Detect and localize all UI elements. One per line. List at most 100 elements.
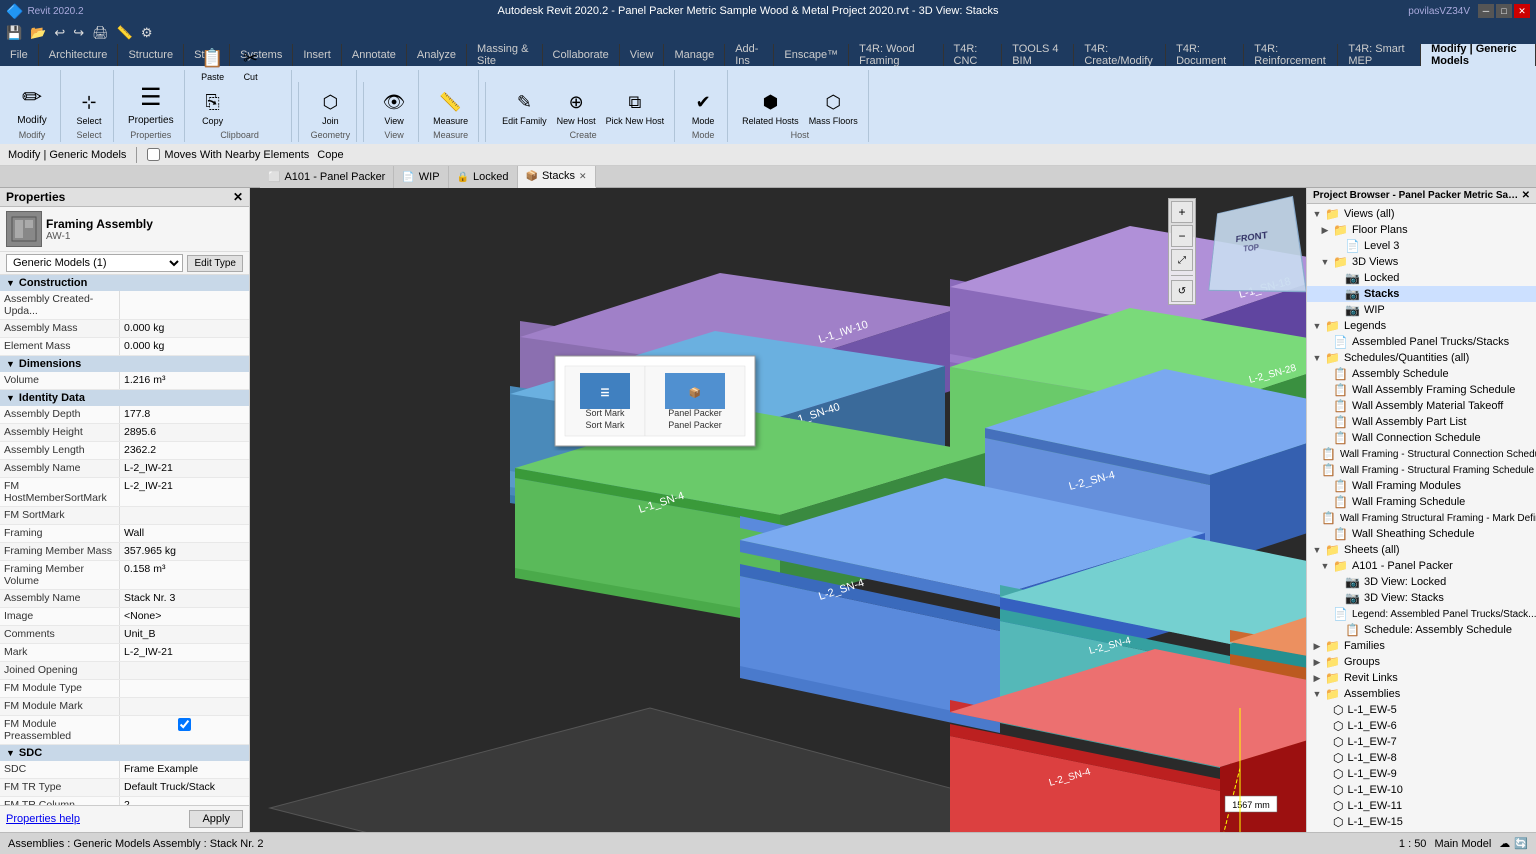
moves-nearby-checkbox[interactable]: [147, 148, 160, 161]
pb-assembled-trucks[interactable]: 📄 Assembled Panel Trucks/Stacks: [1307, 334, 1536, 350]
nav-cube-face[interactable]: FRONT TOP: [1208, 196, 1306, 292]
pb-wall-struct-fr-mark[interactable]: 📋 Wall Framing Structural Framing - Mark…: [1307, 510, 1536, 526]
pb-l1-ew10[interactable]: ⬡L-1_EW-10: [1307, 782, 1536, 798]
tab-t4r-wood[interactable]: T4R: Wood Framing: [849, 44, 943, 66]
pb-wall-framing-sched[interactable]: 📋 Wall Framing Schedule: [1307, 494, 1536, 510]
mode-btn[interactable]: ✔ Mode: [685, 86, 721, 128]
pb-wall-framing-schedule[interactable]: 📋 Wall Assembly Framing Schedule: [1307, 382, 1536, 398]
join-btn[interactable]: ⬡ Join: [312, 86, 348, 128]
new-host-btn[interactable]: ⊕ New Host: [553, 86, 600, 128]
pb-l1-ew6[interactable]: ⬡L-1_EW-6: [1307, 718, 1536, 734]
tab-insert[interactable]: Insert: [293, 44, 342, 66]
pb-schedule-assembly[interactable]: 📋 Schedule: Assembly Schedule: [1307, 622, 1536, 638]
tab-t4r-create[interactable]: T4R: Create/Modify: [1074, 44, 1166, 66]
tab-tools4bim[interactable]: TOOLS 4 BIM: [1002, 44, 1074, 66]
nav-cube[interactable]: FRONT TOP: [1206, 198, 1296, 288]
pb-wall-struct-conn[interactable]: 📋 Wall Framing - Structural Connection S…: [1307, 446, 1536, 462]
pb-wall-part-list[interactable]: 📋 Wall Assembly Part List: [1307, 414, 1536, 430]
related-hosts-btn[interactable]: ⬢ Related Hosts: [738, 86, 803, 128]
pb-assembly-schedule[interactable]: 📋 Assembly Schedule: [1307, 366, 1536, 382]
pb-wall-sheathing[interactable]: 📋 Wall Sheathing Schedule: [1307, 526, 1536, 542]
pb-a101[interactable]: ▼ 📁 A101 - Panel Packer: [1307, 558, 1536, 574]
tab-t4r-cnc[interactable]: T4R: CNC: [944, 44, 1003, 66]
pb-l1-ew9[interactable]: ⬡L-1_EW-9: [1307, 766, 1536, 782]
pb-3d-stacks[interactable]: 📷 3D View: Stacks: [1307, 590, 1536, 606]
view-tab-stacks-close[interactable]: ✕: [579, 171, 587, 182]
view-tab-locked[interactable]: 🔒 Locked: [449, 166, 518, 188]
pb-wall-connection-schedule[interactable]: 📋 Wall Connection Schedule: [1307, 430, 1536, 446]
minimize-button[interactable]: ─: [1478, 4, 1494, 18]
properties-close-icon[interactable]: ✕: [233, 190, 243, 204]
pick-new-host-btn[interactable]: ⧉ Pick New Host: [602, 86, 669, 128]
tab-t4r-mep[interactable]: T4R: Smart MEP: [1338, 44, 1421, 66]
tab-architecture[interactable]: Architecture: [39, 44, 119, 66]
pb-l1-ew11[interactable]: ⬡L-1_EW-11: [1307, 798, 1536, 814]
pb-legends[interactable]: ▼ 📁 Legends: [1307, 318, 1536, 334]
pb-wip[interactable]: 📷 WIP: [1307, 302, 1536, 318]
pb-l1-ew8[interactable]: ⬡L-1_EW-8: [1307, 750, 1536, 766]
qat-undo[interactable]: ↩: [52, 25, 67, 41]
viewport[interactable]: L-1_IW-10 L-1_SN-18 L-2_SN-21: [250, 188, 1306, 832]
properties-btn[interactable]: ☰ Properties: [124, 77, 178, 128]
pb-views-all[interactable]: ▼ 📁 Views (all): [1307, 206, 1536, 222]
qat-redo[interactable]: ↪: [71, 25, 86, 41]
pb-families[interactable]: ▶ 📁 Families: [1307, 638, 1536, 654]
pb-legend-assembled[interactable]: 📄 Legend: Assembled Panel Trucks/Stack..…: [1307, 606, 1536, 622]
select-btn[interactable]: ⊹ Select: [71, 86, 107, 128]
copy-btn[interactable]: ⎘ Copy: [195, 86, 231, 128]
pb-l1-ew7[interactable]: ⬡L-1_EW-7: [1307, 734, 1536, 750]
pb-3d-locked[interactable]: 📷 3D View: Locked: [1307, 574, 1536, 590]
pb-3d-views[interactable]: ▼ 📁 3D Views: [1307, 254, 1536, 270]
tab-t4r-reinf[interactable]: T4R: Reinforcement: [1244, 44, 1338, 66]
edit-family-btn[interactable]: ✎ Edit Family: [498, 86, 551, 128]
tab-t4r-doc[interactable]: T4R: Document: [1166, 44, 1244, 66]
maximize-button[interactable]: □: [1496, 4, 1512, 18]
modify-btn[interactable]: ✏ Modify: [10, 77, 54, 128]
pb-stacks[interactable]: 📷 Stacks: [1307, 286, 1536, 302]
view-tab-wip[interactable]: 📄 WIP: [394, 166, 448, 188]
qat-measure[interactable]: 📏: [115, 25, 135, 41]
pb-sheets[interactable]: ▼ 📁 Sheets (all): [1307, 542, 1536, 558]
tab-massing[interactable]: Massing & Site: [467, 44, 542, 66]
tab-analyze[interactable]: Analyze: [407, 44, 467, 66]
qat-settings[interactable]: ⚙: [139, 25, 155, 41]
construction-section-header[interactable]: ▼ Construction: [0, 275, 249, 291]
pb-level3[interactable]: 📄 Level 3: [1307, 238, 1536, 254]
cut-btn[interactable]: ✂ Cut: [233, 42, 269, 84]
qat-print[interactable]: 🖨: [90, 25, 111, 41]
zoom-in-button[interactable]: +: [1171, 201, 1193, 223]
identity-section-header[interactable]: ▼ Identity Data: [0, 390, 249, 406]
view-tab-a101[interactable]: ⬜ A101 - Panel Packer: [260, 166, 394, 188]
tab-modify-generic[interactable]: Modify | Generic Models: [1421, 44, 1536, 66]
pb-assemblies[interactable]: ▼ 📁 Assemblies: [1307, 686, 1536, 702]
zoom-fit-button[interactable]: ⤢: [1171, 249, 1193, 271]
pb-l1-ew5[interactable]: ⬡L-1_EW-5: [1307, 702, 1536, 718]
tab-addins[interactable]: Add-Ins: [725, 44, 774, 66]
edit-type-button[interactable]: Edit Type: [187, 255, 243, 272]
pb-wall-framing-modules[interactable]: 📋 Wall Framing Modules: [1307, 478, 1536, 494]
tab-manage[interactable]: Manage: [664, 44, 725, 66]
dimensions-section-header[interactable]: ▼ Dimensions: [0, 356, 249, 372]
tab-structure[interactable]: Structure: [118, 44, 184, 66]
orbit-button[interactable]: ↺: [1171, 280, 1193, 302]
tab-annotate[interactable]: Annotate: [342, 44, 407, 66]
pb-wall-material-takeoff[interactable]: 📋 Wall Assembly Material Takeoff: [1307, 398, 1536, 414]
measure-btn[interactable]: 📏 Measure: [429, 86, 472, 128]
qat-save[interactable]: 💾: [4, 25, 24, 41]
prop-filter-select[interactable]: Generic Models (1): [6, 254, 183, 272]
zoom-out-button[interactable]: −: [1171, 225, 1193, 247]
properties-help-link[interactable]: Properties help: [6, 813, 80, 825]
tab-view[interactable]: View: [620, 44, 665, 66]
view-tab-stacks[interactable]: 📦 Stacks ✕: [518, 166, 596, 188]
paste-btn[interactable]: 📋 Paste: [195, 42, 231, 84]
tab-enscape[interactable]: Enscape™: [774, 44, 849, 66]
pb-close-icon[interactable]: ✕: [1522, 190, 1530, 201]
sdc-section-header[interactable]: ▼ SDC: [0, 745, 249, 761]
close-button[interactable]: ✕: [1514, 4, 1530, 18]
pb-l1-ew15[interactable]: ⬡L-1_EW-15: [1307, 814, 1536, 830]
apply-button[interactable]: Apply: [189, 810, 243, 828]
qat-open[interactable]: 📂: [28, 25, 48, 41]
tab-file[interactable]: File: [0, 44, 39, 66]
pb-revit-links[interactable]: ▶ 📁 Revit Links: [1307, 670, 1536, 686]
pb-wall-struct-framing[interactable]: 📋 Wall Framing - Structural Framing Sche…: [1307, 462, 1536, 478]
